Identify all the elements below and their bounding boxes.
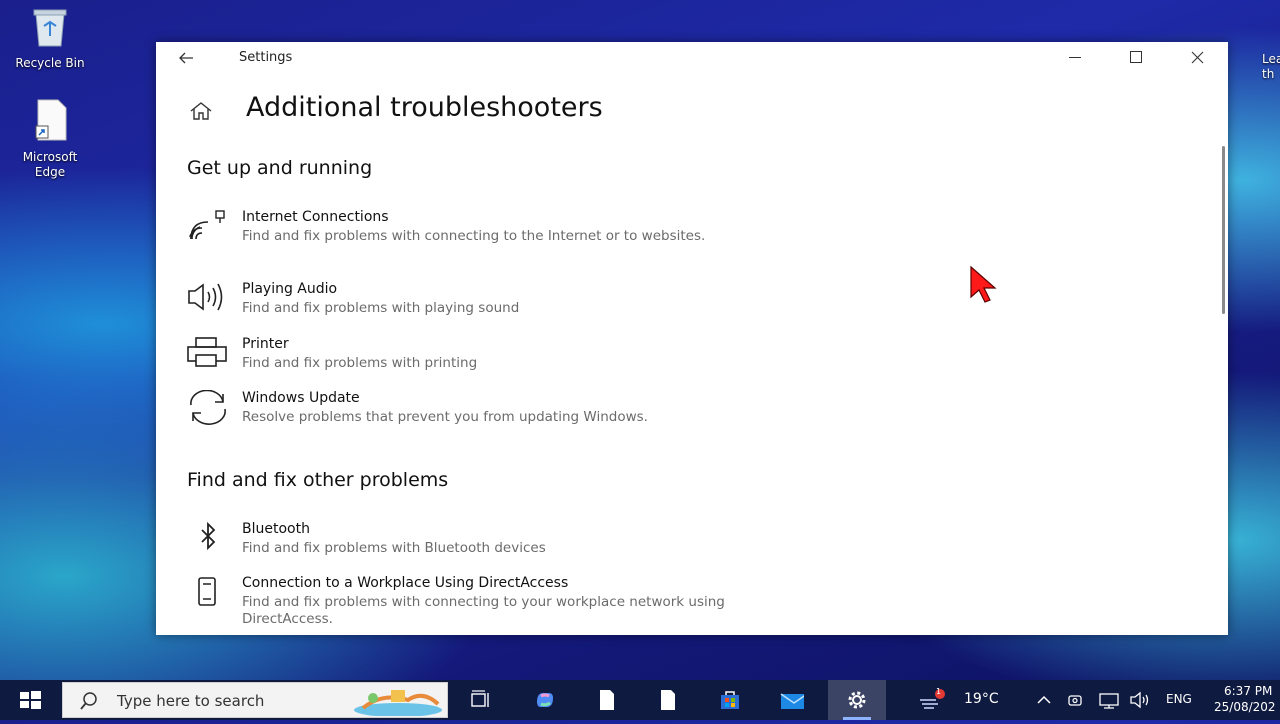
- item-title: Windows Update: [242, 390, 360, 406]
- weather-badge: 1: [936, 687, 942, 696]
- meet-now-button[interactable]: [1062, 680, 1090, 720]
- desktop-partial-label: Lea th: [1262, 52, 1280, 81]
- item-title: Connection to a Workplace Using DirectAc…: [242, 575, 569, 591]
- taskbar-file-button-2[interactable]: [644, 680, 692, 720]
- minimize-button[interactable]: [1044, 42, 1106, 74]
- mail-icon: [780, 693, 804, 709]
- maximize-button[interactable]: [1106, 42, 1168, 74]
- page-title: Additional troubleshooters: [246, 92, 603, 123]
- chevron-up-icon: [1037, 695, 1051, 704]
- troubleshooter-directaccess[interactable]: Connection to a Workplace Using DirectAc…: [186, 575, 806, 633]
- camera-icon: [1068, 695, 1082, 706]
- file-icon: [600, 690, 614, 710]
- recycle-bin-icon: [10, 6, 90, 52]
- weather-temperature[interactable]: 19°C: [964, 691, 999, 707]
- gear-icon: [848, 691, 866, 709]
- weather-icon: [920, 689, 945, 709]
- troubleshooter-bluetooth[interactable]: Bluetooth Find and fix problems with Blu…: [186, 521, 806, 559]
- item-description: Resolve problems that prevent you from u…: [242, 409, 648, 425]
- item-title: Playing Audio: [242, 281, 338, 297]
- sync-icon: [186, 389, 230, 426]
- search-placeholder: Type here to search: [117, 692, 265, 710]
- file-shortcut-icon: [10, 98, 90, 146]
- troubleshooter-playing-audio[interactable]: Playing Audio Find and fix problems with…: [186, 281, 806, 319]
- arrow-left-icon: [179, 52, 193, 64]
- item-description: Find and fix problems with connecting to…: [242, 228, 706, 244]
- maximize-icon: [1130, 51, 1142, 63]
- item-title: Printer: [242, 336, 289, 352]
- weather-widget[interactable]: 1: [914, 680, 954, 720]
- task-view-button[interactable]: [456, 680, 504, 720]
- volume-icon: [1130, 691, 1149, 709]
- section-heading-find-and-fix: Find and fix other problems: [187, 469, 449, 491]
- desktop-icon-recycle-bin[interactable]: Recycle Bin: [10, 6, 90, 71]
- windows-logo-icon: [20, 691, 41, 709]
- settings-window: Settings Additional troubleshooters Get …: [156, 42, 1228, 635]
- ethernet-icon: [1099, 693, 1119, 709]
- printer-icon: [186, 336, 230, 372]
- phone-icon: [186, 575, 230, 611]
- taskbar-clock[interactable]: 6:37 PM 25/08/202: [1210, 683, 1280, 715]
- network-icon: [186, 209, 230, 245]
- item-description: Find and fix problems with Bluetooth dev…: [242, 540, 546, 556]
- file-icon: [661, 690, 675, 710]
- start-button[interactable]: [0, 680, 60, 720]
- minimize-icon: [1069, 57, 1081, 58]
- copilot-icon: [537, 692, 553, 708]
- network-tray-button[interactable]: [1094, 680, 1124, 720]
- copilot-button[interactable]: [521, 680, 569, 720]
- clock-time: 6:37 PM: [1224, 684, 1273, 698]
- scrollbar-thumb[interactable]: [1222, 146, 1225, 314]
- app-title: Settings: [239, 50, 293, 65]
- mouse-cursor-icon: [968, 265, 1008, 305]
- speaker-icon: [186, 281, 230, 317]
- desktop-icon-label: Recycle Bin: [15, 56, 85, 70]
- search-icon: [80, 692, 97, 710]
- section-heading-get-up-and-running: Get up and running: [187, 157, 373, 179]
- search-highlight-illustration: [354, 690, 442, 716]
- close-button[interactable]: [1166, 42, 1228, 74]
- title-bar: Settings: [156, 42, 1228, 74]
- back-button[interactable]: [176, 48, 196, 68]
- clock-date: 25/08/202: [1214, 700, 1276, 714]
- desktop-icon-label: Microsoft Edge: [22, 150, 78, 179]
- troubleshooter-internet-connections[interactable]: Internet Connections Find and fix proble…: [186, 209, 806, 263]
- taskbar-search-box[interactable]: Type here to search: [62, 682, 448, 718]
- item-description: Find and fix problems with connecting to…: [242, 594, 725, 627]
- bluetooth-icon: [186, 521, 230, 557]
- settings-taskbar-button[interactable]: [828, 680, 886, 720]
- desktop-icon-edge[interactable]: Microsoft Edge: [10, 98, 90, 180]
- tray-overflow-button[interactable]: [1030, 680, 1058, 720]
- item-description: Find and fix problems with printing: [242, 355, 478, 371]
- item-title: Bluetooth: [242, 521, 310, 537]
- taskbar: Type here to search 1 19°C ENG 6:37 PM 2…: [0, 680, 1280, 720]
- input-language[interactable]: ENG: [1166, 692, 1192, 706]
- mail-button[interactable]: [768, 680, 816, 720]
- taskbar-file-button-1[interactable]: [583, 680, 631, 720]
- home-icon[interactable]: [188, 100, 214, 122]
- close-icon: [1191, 51, 1204, 64]
- volume-tray-button[interactable]: [1126, 680, 1154, 720]
- store-bag-icon: [721, 691, 739, 709]
- troubleshooter-windows-update[interactable]: Windows Update Resolve problems that pre…: [186, 389, 806, 428]
- item-description: Find and fix problems with playing sound: [242, 300, 520, 316]
- store-button[interactable]: [706, 680, 754, 720]
- item-title: Internet Connections: [242, 209, 389, 225]
- troubleshooter-printer[interactable]: Printer Find and fix problems with print…: [186, 336, 806, 374]
- task-view-icon: [471, 690, 489, 707]
